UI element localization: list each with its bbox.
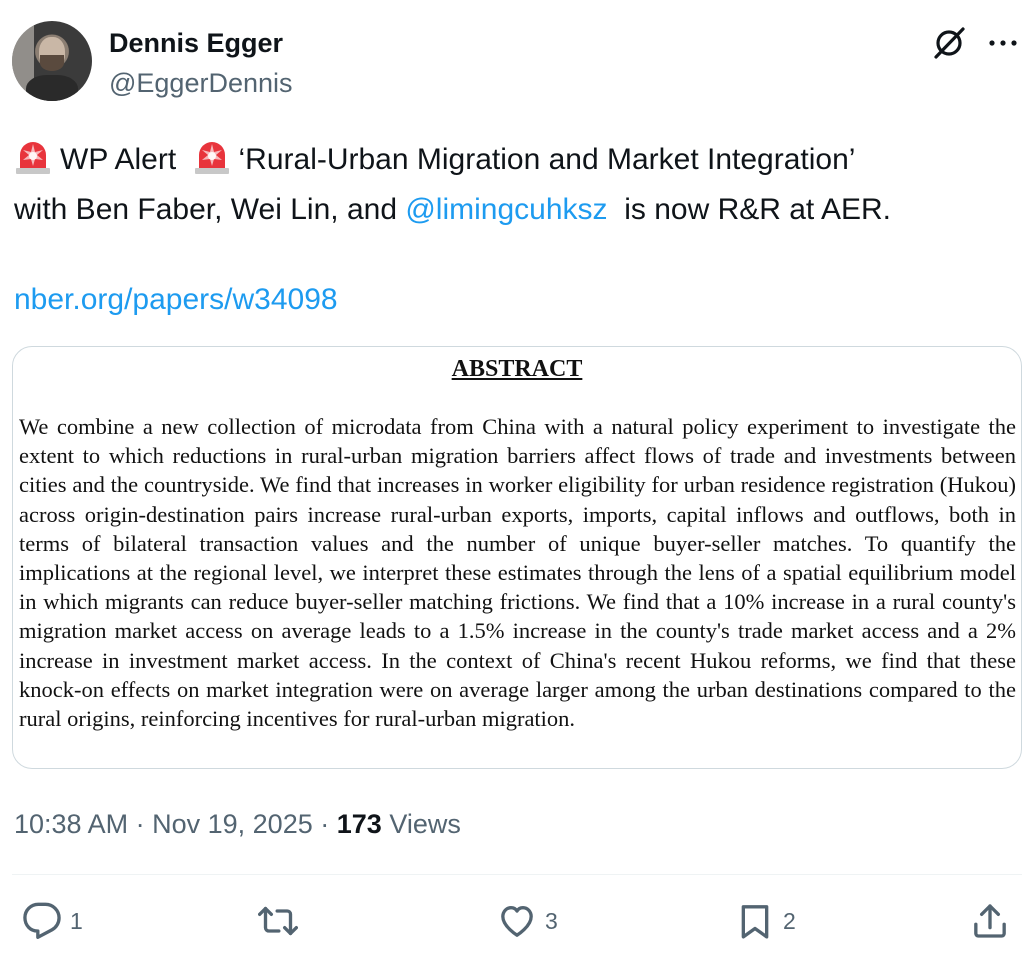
action-bar: 1 3 2: [0, 896, 1027, 946]
repost-button[interactable]: [258, 896, 306, 946]
divider: [12, 874, 1022, 875]
repost-icon: [258, 906, 298, 936]
coauthors-text: with Ben Faber, Wei Lin, and: [14, 193, 397, 226]
abstract-image-card[interactable]: ABSTRACT We combine a new collection of …: [12, 346, 1022, 769]
abstract-body: We combine a new collection of microdata…: [19, 414, 1016, 732]
mention-link[interactable]: @limingcuhksz: [405, 193, 607, 226]
tweet-time[interactable]: 10:38 AM: [14, 809, 128, 839]
more-icon[interactable]: [986, 26, 1020, 60]
bookmark-icon: [741, 905, 769, 939]
meta-separator: ·: [320, 809, 330, 839]
bookmark-count: 2: [783, 907, 796, 934]
tweet-text: WP Alert ‘Rural-Urban Migration and Mark…: [14, 135, 1014, 235]
tweet-date[interactable]: Nov 19, 2025: [152, 809, 313, 839]
tweet-line-2: with Ben Faber, Wei Lin, and @limingcuhk…: [14, 185, 1014, 235]
share-icon: [974, 904, 1006, 938]
like-count: 3: [545, 907, 558, 934]
police-siren-icon: [194, 142, 229, 174]
reply-icon: [23, 902, 61, 939]
abstract-heading: ABSTRACT: [451, 356, 583, 382]
like-icon: [501, 906, 533, 937]
reply-button[interactable]: 1: [22, 896, 83, 946]
status-text: is now R&R at AER.: [624, 193, 891, 226]
views-count: 173: [336, 809, 382, 839]
like-button[interactable]: 3: [497, 896, 558, 946]
share-button[interactable]: [970, 896, 1010, 946]
paper-link[interactable]: nber.org/papers/w34098: [14, 280, 338, 320]
author-name[interactable]: Dennis Egger: [109, 26, 283, 60]
bookmark-button[interactable]: 2: [735, 896, 796, 946]
reply-count: 1: [70, 907, 83, 934]
meta-separator: ·: [135, 809, 145, 839]
grok-icon[interactable]: [930, 24, 968, 62]
views-label: Views: [389, 809, 461, 839]
author-handle[interactable]: @EggerDennis: [109, 66, 293, 100]
tweet-meta: 10:38 AM · Nov 19, 2025 · 173 Views: [14, 806, 461, 842]
alert-label: WP Alert: [60, 143, 177, 176]
tweet-line-1: WP Alert ‘Rural-Urban Migration and Mark…: [14, 135, 1014, 185]
avatar-beard: [40, 55, 64, 71]
police-siren-icon: [16, 142, 50, 174]
paper-title: ‘Rural-Urban Migration and Market Integr…: [238, 143, 856, 176]
avatar[interactable]: [12, 21, 92, 101]
avatar-shirt: [26, 75, 78, 101]
